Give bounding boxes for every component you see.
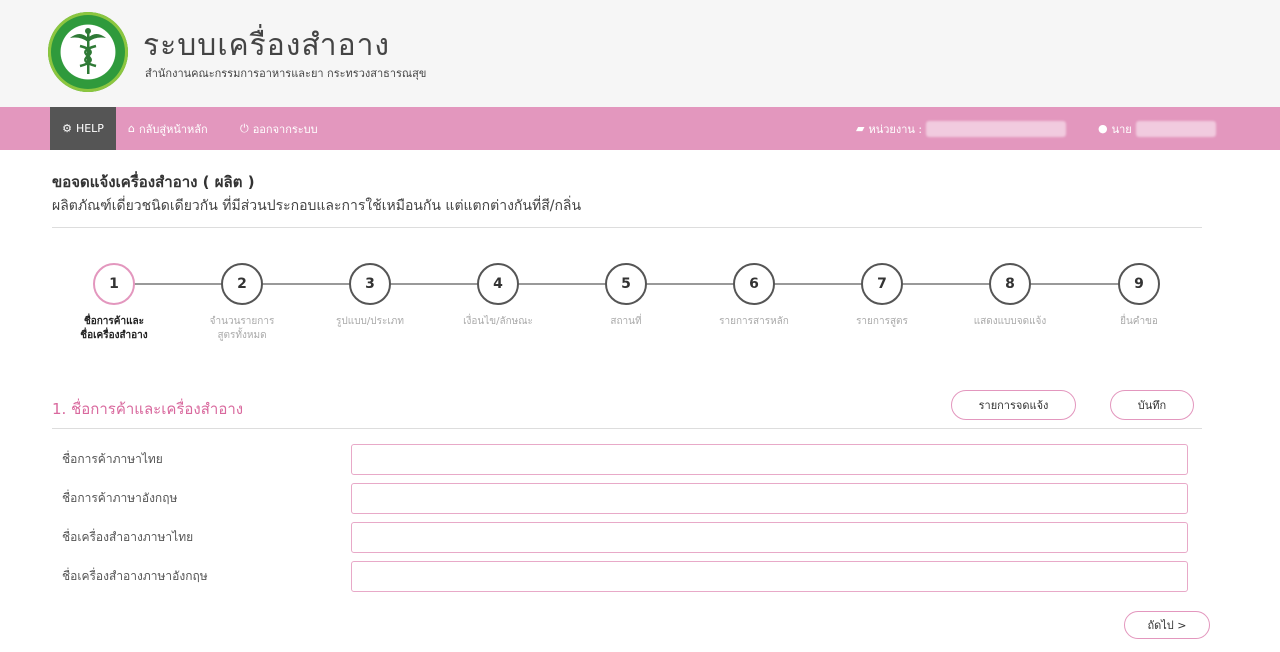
agency-info: ▰ หน่วยงาน :: [856, 107, 1067, 150]
help-label: HELP: [75, 122, 104, 135]
agency-name-redacted: [926, 120, 1067, 137]
briefcase-icon: ▰: [856, 122, 865, 135]
app-title: ระบบเครื่องสำอาง: [143, 28, 391, 63]
page-title: ขอจดแจ้งเครื่องสำอาง ( ผลิต ): [52, 173, 255, 191]
user-prefix: นาย: [1111, 122, 1132, 136]
step-2[interactable]: 2 จำนวนรายการ สูตรทั้งหมด: [177, 263, 307, 343]
step-number: 8: [989, 263, 1031, 305]
save-button[interactable]: บันทึก: [1110, 390, 1194, 420]
step-label: เงื่อนไข/ลักษณะ: [463, 316, 533, 327]
trade-name-en-input[interactable]: [351, 483, 1188, 514]
step-label: รูปแบบ/ประเภท: [336, 316, 404, 327]
step-3[interactable]: 3 รูปแบบ/ประเภท: [305, 263, 435, 329]
step-number: 6: [733, 263, 775, 305]
logout-link[interactable]: ⏻ ออกจากระบบ: [240, 107, 318, 150]
trade-name-th-input[interactable]: [351, 444, 1188, 475]
logout-label: ออกจากระบบ: [252, 122, 318, 136]
step-6[interactable]: 6 รายการสารหลัก: [689, 263, 819, 329]
power-icon: ⏻: [240, 121, 249, 135]
cosmetic-name-en-input[interactable]: [351, 561, 1188, 592]
divider: [52, 227, 1202, 228]
step-number: 9: [1118, 263, 1160, 305]
caduceus-icon: [70, 28, 106, 74]
home-link[interactable]: ⌂ กลับสู่หน้าหลัก: [128, 107, 208, 150]
step-8[interactable]: 8 แสดงแบบจดแจ้ง: [945, 263, 1075, 329]
step-7[interactable]: 7 รายการสูตร: [817, 263, 947, 329]
field-label-trade-name-th: ชื่อการค้าภาษาไทย: [62, 452, 163, 466]
registration-list-button[interactable]: รายการจดแจ้ง: [951, 390, 1076, 420]
divider: [52, 428, 1202, 429]
step-label: ชื่อการค้าและ ชื่อเครื่องสำอาง: [80, 316, 148, 341]
home-icon: ⌂: [128, 122, 135, 135]
user-name-redacted: [1135, 120, 1216, 137]
step-number: 1: [93, 263, 135, 305]
field-label-cosmetic-name-th: ชื่อเครื่องสำอางภาษาไทย: [62, 530, 194, 544]
step-4[interactable]: 4 เงื่อนไข/ลักษณะ: [433, 263, 563, 329]
field-label-trade-name-en: ชื่อการค้าภาษาอังกฤษ: [62, 491, 178, 505]
user-info[interactable]: ● นาย: [1098, 107, 1216, 150]
section-title: 1. ชื่อการค้าและเครื่องสำอาง: [52, 400, 244, 418]
step-number: 7: [861, 263, 903, 305]
step-1[interactable]: 1 ชื่อการค้าและ ชื่อเครื่องสำอาง: [49, 263, 179, 343]
step-number: 4: [477, 263, 519, 305]
next-button[interactable]: ถัดไป >: [1124, 611, 1210, 639]
agency-label: หน่วยงาน :: [868, 122, 923, 136]
step-label: ยื่นคำขอ: [1120, 316, 1158, 327]
step-5[interactable]: 5 สถานที่: [561, 263, 691, 329]
user-icon: ●: [1098, 122, 1108, 135]
gear-icon: ⚙: [62, 122, 72, 135]
help-button[interactable]: ⚙ HELP: [50, 107, 116, 150]
step-number: 2: [221, 263, 263, 305]
top-navbar: ⚙ HELP ⌂ กลับสู่หน้าหลัก ⏻ ออกจากระบบ ▰ …: [0, 107, 1280, 150]
fda-logo: [48, 12, 128, 92]
step-label: จำนวนรายการ สูตรทั้งหมด: [209, 316, 275, 341]
step-9[interactable]: 9 ยื่นคำขอ: [1074, 263, 1204, 329]
step-label: รายการสารหลัก: [719, 316, 789, 327]
app-header: ระบบเครื่องสำอาง สำนักงานคณะกรรมการอาหาร…: [0, 0, 1280, 107]
step-number: 3: [349, 263, 391, 305]
home-label: กลับสู่หน้าหลัก: [138, 122, 208, 136]
step-label: รายการสูตร: [856, 316, 908, 327]
page-subtitle: ผลิตภัณฑ์เดี่ยวชนิดเดียวกัน ที่มีส่วนประ…: [52, 198, 582, 214]
step-label: สถานที่: [610, 316, 642, 327]
cosmetic-name-th-input[interactable]: [351, 522, 1188, 553]
field-label-cosmetic-name-en: ชื่อเครื่องสำอางภาษาอังกฤษ: [62, 569, 208, 583]
step-label: แสดงแบบจดแจ้ง: [973, 316, 1047, 327]
step-number: 5: [605, 263, 647, 305]
app-subtitle: สำนักงานคณะกรรมการอาหารและยา กระทรวงสาธา…: [145, 67, 427, 80]
